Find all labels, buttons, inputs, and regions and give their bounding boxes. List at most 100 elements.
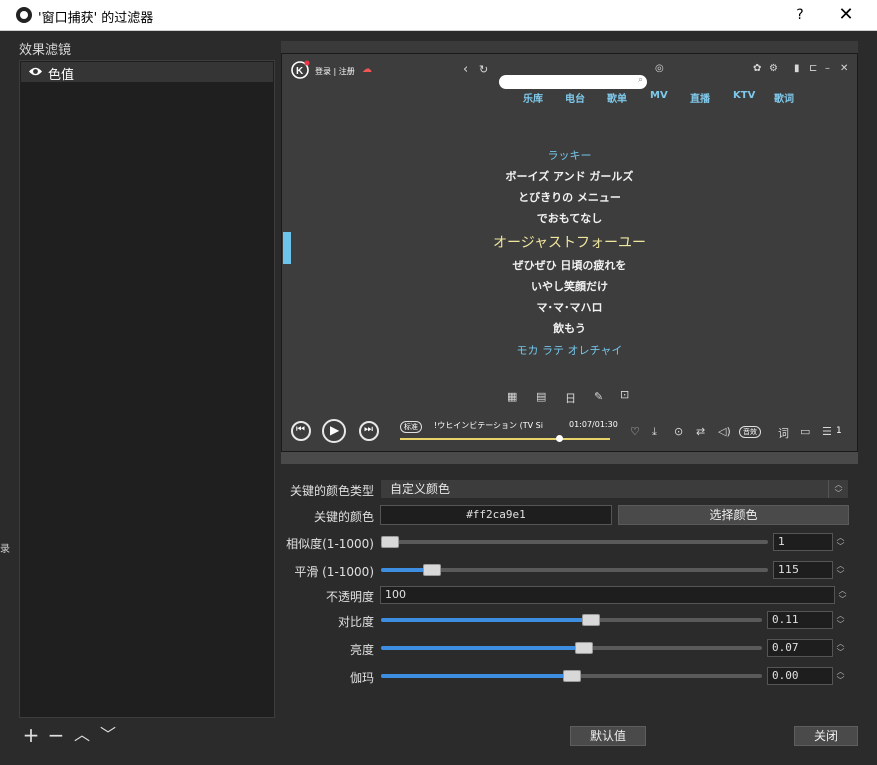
lyric-tool-icon: ▦: [507, 390, 518, 403]
brightness-label: 亮度: [349, 643, 374, 657]
slider-handle[interactable]: [423, 564, 441, 576]
remove-filter-button[interactable]: −: [45, 724, 67, 746]
lyric-line: ボーイズ アンド ガールズ: [505, 170, 634, 183]
lyric-line: ぜひぜひ 日頃の疲れを: [512, 259, 627, 272]
lyric-line: いやし笑顔だけ: [531, 280, 608, 293]
back-icon: ‹: [463, 62, 469, 77]
updown-arrows-icon[interactable]: ︿ ﹀: [833, 639, 848, 657]
window-title: '窗口捕获' 的过滤器: [38, 11, 154, 26]
contrast-label: 对比度: [337, 615, 374, 629]
prev-icon: ⏮: [291, 421, 311, 441]
desktop-lyric-icon: ⊡: [620, 388, 630, 401]
play-icon: ▶: [322, 419, 346, 443]
lyric-line: ラッキー: [547, 149, 592, 162]
login-link: 登录 | 注册: [315, 67, 355, 76]
nav-mv: MV: [650, 90, 668, 101]
brightness-value: 0.07: [772, 641, 799, 654]
brightness-spinbox[interactable]: 0.07 ︿ ﹀: [767, 639, 845, 657]
mic-icon: ✎: [594, 390, 604, 403]
smooth-label: 平滑 (1-1000): [294, 565, 374, 579]
updown-arrows-icon[interactable]: ︿ ﹀: [833, 533, 848, 551]
audio-icon: ◎: [655, 63, 664, 74]
help-button[interactable]: ?: [790, 4, 810, 26]
refresh-icon: ↻: [479, 63, 489, 76]
volume-icon: ◁): [718, 425, 731, 438]
effect-badge: 音效: [739, 426, 761, 438]
updown-arrows-icon[interactable]: ︿ ﹀: [833, 611, 848, 629]
similarity-slider[interactable]: [381, 536, 768, 548]
slider-handle[interactable]: [563, 670, 581, 682]
similarity-label: 相似度(1-1000): [286, 537, 374, 551]
heart-icon: ♡: [630, 425, 640, 438]
play-time: 01:07/01:30: [569, 420, 618, 429]
updown-arrows-icon[interactable]: ︿ ﹀: [833, 667, 848, 685]
slider-fill: [381, 674, 572, 678]
more-icon: ⊙: [674, 425, 684, 438]
queue-count: 1: [836, 426, 842, 436]
filter-item-label: 色值: [48, 68, 75, 83]
key-color-value: #ff2ca9e1: [380, 505, 612, 525]
updown-arrows-icon[interactable]: ︿ ﹀: [833, 561, 848, 579]
smooth-spinbox[interactable]: 115 ︿ ﹀: [773, 561, 845, 579]
repeat-icon: ⇄: [696, 425, 706, 438]
source-preview: K 登录 | 注册 ☁ ‹ ↻ ⌕ ◎ ✿ ⚙ ▮ ⊏ – ✕ 乐库 电台 歌单…: [281, 41, 858, 464]
progress-handle: [556, 435, 563, 442]
defaults-button[interactable]: 默认值: [570, 726, 646, 746]
nav-library: 乐库: [523, 94, 543, 105]
progress-bar: [400, 438, 610, 440]
move-up-button[interactable]: ︿: [71, 724, 93, 746]
filter-dialog: '窗口捕获' 的过滤器 ? ✕ 录 效果滤镜 色值 + − ︿ ﹀ K 登录 |…: [0, 0, 877, 765]
preview-canvas: K 登录 | 注册 ☁ ‹ ↻ ⌕ ◎ ✿ ⚙ ▮ ⊏ – ✕ 乐库 电台 歌单…: [281, 53, 858, 452]
gamma-value: 0.00: [772, 669, 799, 682]
updown-arrows-icon[interactable]: ︿ ﹀: [835, 586, 850, 604]
lyric-line: 飲もう: [553, 322, 586, 335]
slider-handle[interactable]: [381, 536, 399, 548]
slider-handle[interactable]: [582, 614, 600, 626]
key-color-type-value: 自定义颜色: [390, 482, 451, 496]
move-down-button[interactable]: ﹀: [97, 724, 119, 746]
nav-live: 直播: [690, 94, 710, 105]
contrast-spinbox[interactable]: 0.11 ︿ ﹀: [767, 611, 845, 629]
smooth-slider[interactable]: [381, 564, 768, 576]
lyric-line: マ･マ･マハロ: [536, 301, 603, 314]
skin-icon: ✿: [753, 63, 762, 74]
search-icon: ⌕: [637, 75, 643, 85]
filter-item-color-key[interactable]: 色值: [21, 62, 273, 83]
key-color-type-label: 关键的颜色类型: [289, 484, 374, 498]
gamma-spinbox[interactable]: 0.00 ︿ ﹀: [767, 667, 845, 685]
preview-scrollbar[interactable]: [281, 452, 858, 464]
eye-icon[interactable]: [28, 66, 43, 77]
mini-mode-icon: ⊏: [809, 63, 818, 74]
next-icon: ⏭: [359, 421, 379, 441]
close-icon: ✕: [840, 63, 849, 74]
slider-handle[interactable]: [575, 642, 593, 654]
lyric-line-current: オージャストフォーユー: [492, 235, 647, 251]
gamma-label: 伽玛: [349, 671, 374, 685]
brightness-slider[interactable]: [381, 642, 762, 654]
lyric-tool-icon: ▤: [536, 390, 547, 403]
filter-list[interactable]: 色值: [19, 60, 275, 718]
similarity-value: 1: [778, 535, 785, 548]
opacity-value: 100: [385, 588, 406, 601]
close-button[interactable]: 关闭: [794, 726, 858, 746]
nav-playlist: 歌单: [607, 94, 627, 105]
quality-badge: 标准: [400, 421, 422, 433]
opacity-label: 不透明度: [325, 590, 374, 604]
smooth-value: 115: [778, 563, 799, 576]
key-color-type-select[interactable]: 自定义颜色 ︿ ﹀: [380, 479, 849, 499]
svg-text:K: K: [296, 66, 304, 77]
contrast-slider[interactable]: [381, 614, 762, 626]
similarity-spinbox[interactable]: 1 ︿ ﹀: [773, 533, 845, 551]
close-window-button[interactable]: ✕: [835, 4, 857, 26]
edge-fragment: 录: [0, 544, 10, 555]
settings-icon: ⚙: [769, 63, 778, 74]
add-filter-button[interactable]: +: [20, 724, 42, 746]
pick-color-button[interactable]: 选择颜色: [618, 505, 849, 525]
lyric-tool-icon: 日: [565, 392, 576, 405]
opacity-spinbox[interactable]: 100 ︿ ﹀: [380, 586, 847, 604]
slider-fill: [381, 618, 591, 622]
gamma-slider[interactable]: [381, 670, 762, 682]
title-bar: '窗口捕获' 的过滤器 ? ✕: [0, 0, 877, 31]
comment-icon: ▭: [800, 425, 811, 438]
contrast-value: 0.11: [772, 613, 799, 626]
